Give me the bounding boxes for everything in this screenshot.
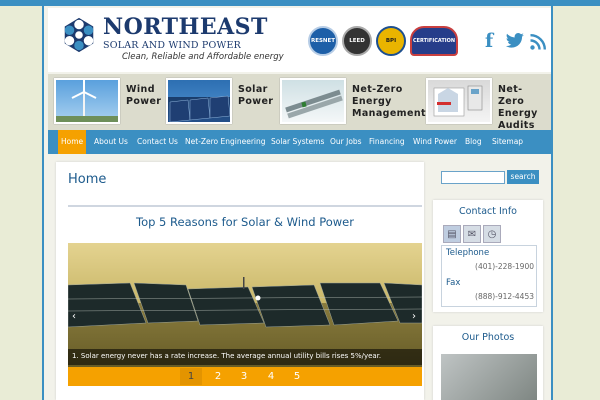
twitter-icon[interactable]: [505, 33, 525, 49]
pager-dot-1[interactable]: 1: [180, 368, 202, 385]
energy-audit-image[interactable]: [426, 78, 492, 124]
brand-subtitle: SOLAR AND WIND POWER: [103, 40, 241, 51]
nav-item-about-us[interactable]: About Us: [91, 130, 131, 154]
nav-item-solar-systems[interactable]: Solar Systems: [268, 130, 327, 154]
nav-item-wind-power[interactable]: Wind Power: [410, 130, 460, 154]
facebook-icon[interactable]: f: [485, 30, 493, 52]
site-header: NORTHEAST SOLAR AND WIND POWER Clean, Re…: [48, 8, 551, 72]
feature-label-line: Power: [238, 96, 274, 107]
slide-caption: 1. Solar energy never has a rate increas…: [72, 352, 382, 360]
leed-badge[interactable]: LEED: [342, 26, 372, 56]
feature-management-label: Net-Zero Energy Management: [352, 84, 426, 120]
nav-item-financing[interactable]: Financing: [366, 130, 408, 154]
feature-label-line: Energy: [352, 96, 392, 107]
feature-label-line: Net-Zero: [498, 84, 525, 107]
contact-panel: Telephone (401)-228-1900 Fax (888)-912-4…: [441, 245, 537, 307]
feature-audits-label: Net-Zero Energy Audits: [498, 84, 538, 132]
image-slider[interactable]: ‹ › 1. Solar energy never has a rate inc…: [68, 243, 422, 386]
telephone-label: Telephone: [446, 248, 490, 258]
nav-item-blog[interactable]: Blog: [462, 130, 485, 154]
brand-name[interactable]: NORTHEAST: [103, 14, 268, 40]
feature-label-line: Net-Zero: [352, 84, 403, 95]
resnet-badge[interactable]: RESNET: [308, 26, 338, 56]
contact-widget: Contact Info ▤ ✉ ◷ Telephone (401)-228-1…: [433, 200, 543, 312]
feature-label-line: Management: [352, 108, 426, 119]
feature-label-line: Energy: [498, 108, 538, 119]
feature-label-line: Solar: [238, 84, 268, 95]
nav-item-our-jobs[interactable]: Our Jobs: [327, 130, 365, 154]
nav-item-sitemap[interactable]: Sitemap: [489, 130, 526, 154]
solar-field-image: [68, 277, 422, 328]
pager-dot-3[interactable]: 3: [233, 368, 255, 385]
search-input[interactable]: [441, 171, 505, 184]
fax-label: Fax: [446, 278, 461, 288]
photos-widget-title: Our Photos: [461, 332, 515, 343]
slider-next-arrow[interactable]: ›: [412, 311, 416, 322]
telephone-value: (401)-228-1900: [475, 262, 534, 271]
contact-tabs: ▤ ✉ ◷: [435, 225, 535, 243]
pager-dot-2[interactable]: 2: [207, 368, 229, 385]
pager-dot-5[interactable]: 5: [286, 368, 308, 385]
brand-tagline: Clean, Reliable and Affordable energy: [122, 52, 284, 62]
search-button[interactable]: search: [507, 170, 539, 184]
envelope-icon[interactable]: ✉: [463, 225, 481, 243]
feature-label-line: Power: [126, 96, 162, 107]
solar-panels-image[interactable]: [166, 78, 232, 124]
logo-mark-icon[interactable]: [60, 16, 98, 54]
slide-caption-bar: 1. Solar energy never has a rate increas…: [68, 349, 422, 365]
post-title[interactable]: Top 5 Reasons for Solar & Wind Power: [68, 215, 422, 229]
bpi-badge[interactable]: BPI: [376, 26, 406, 56]
nav-item-contact-us[interactable]: Contact Us: [134, 130, 181, 154]
nav-item-home[interactable]: Home: [58, 130, 87, 154]
feature-solar-label: Solar Power: [238, 84, 273, 108]
slider-prev-arrow[interactable]: ‹: [72, 311, 76, 322]
main-navigation: Home About Us Contact Us Net-Zero Engine…: [48, 130, 551, 154]
wind-turbine-image[interactable]: [54, 78, 120, 124]
page-title: Home: [68, 172, 107, 187]
heat-pipe-image[interactable]: [280, 78, 346, 124]
main-content: Home Top 5 Reasons for Solar & Wind Powe…: [56, 162, 424, 400]
page-wrapper: NORTHEAST SOLAR AND WIND POWER Clean, Re…: [42, 6, 553, 400]
title-divider: [68, 205, 422, 207]
feature-wind-label: Wind Power: [126, 84, 161, 108]
fax-value: (888)-912-4453: [475, 292, 534, 301]
slider-pager: 1 2 3 4 5: [68, 367, 422, 386]
pager-dot-4[interactable]: 4: [260, 368, 282, 385]
nav-item-net-zero-engineering[interactable]: Net-Zero Engineering: [182, 130, 269, 154]
feature-strip: Wind Power Solar Power Net-Zero Energy M…: [48, 74, 551, 132]
feature-label-line: Wind: [126, 84, 155, 95]
clock-icon[interactable]: ◷: [483, 225, 501, 243]
phone-book-icon[interactable]: ▤: [443, 225, 461, 243]
rss-icon[interactable]: [530, 34, 546, 50]
certification-badge[interactable]: CERTIFICATION: [410, 26, 458, 56]
photo-thumbnail[interactable]: [441, 354, 537, 400]
photos-widget: Our Photos: [433, 326, 543, 400]
contact-widget-title: Contact Info: [459, 206, 517, 217]
